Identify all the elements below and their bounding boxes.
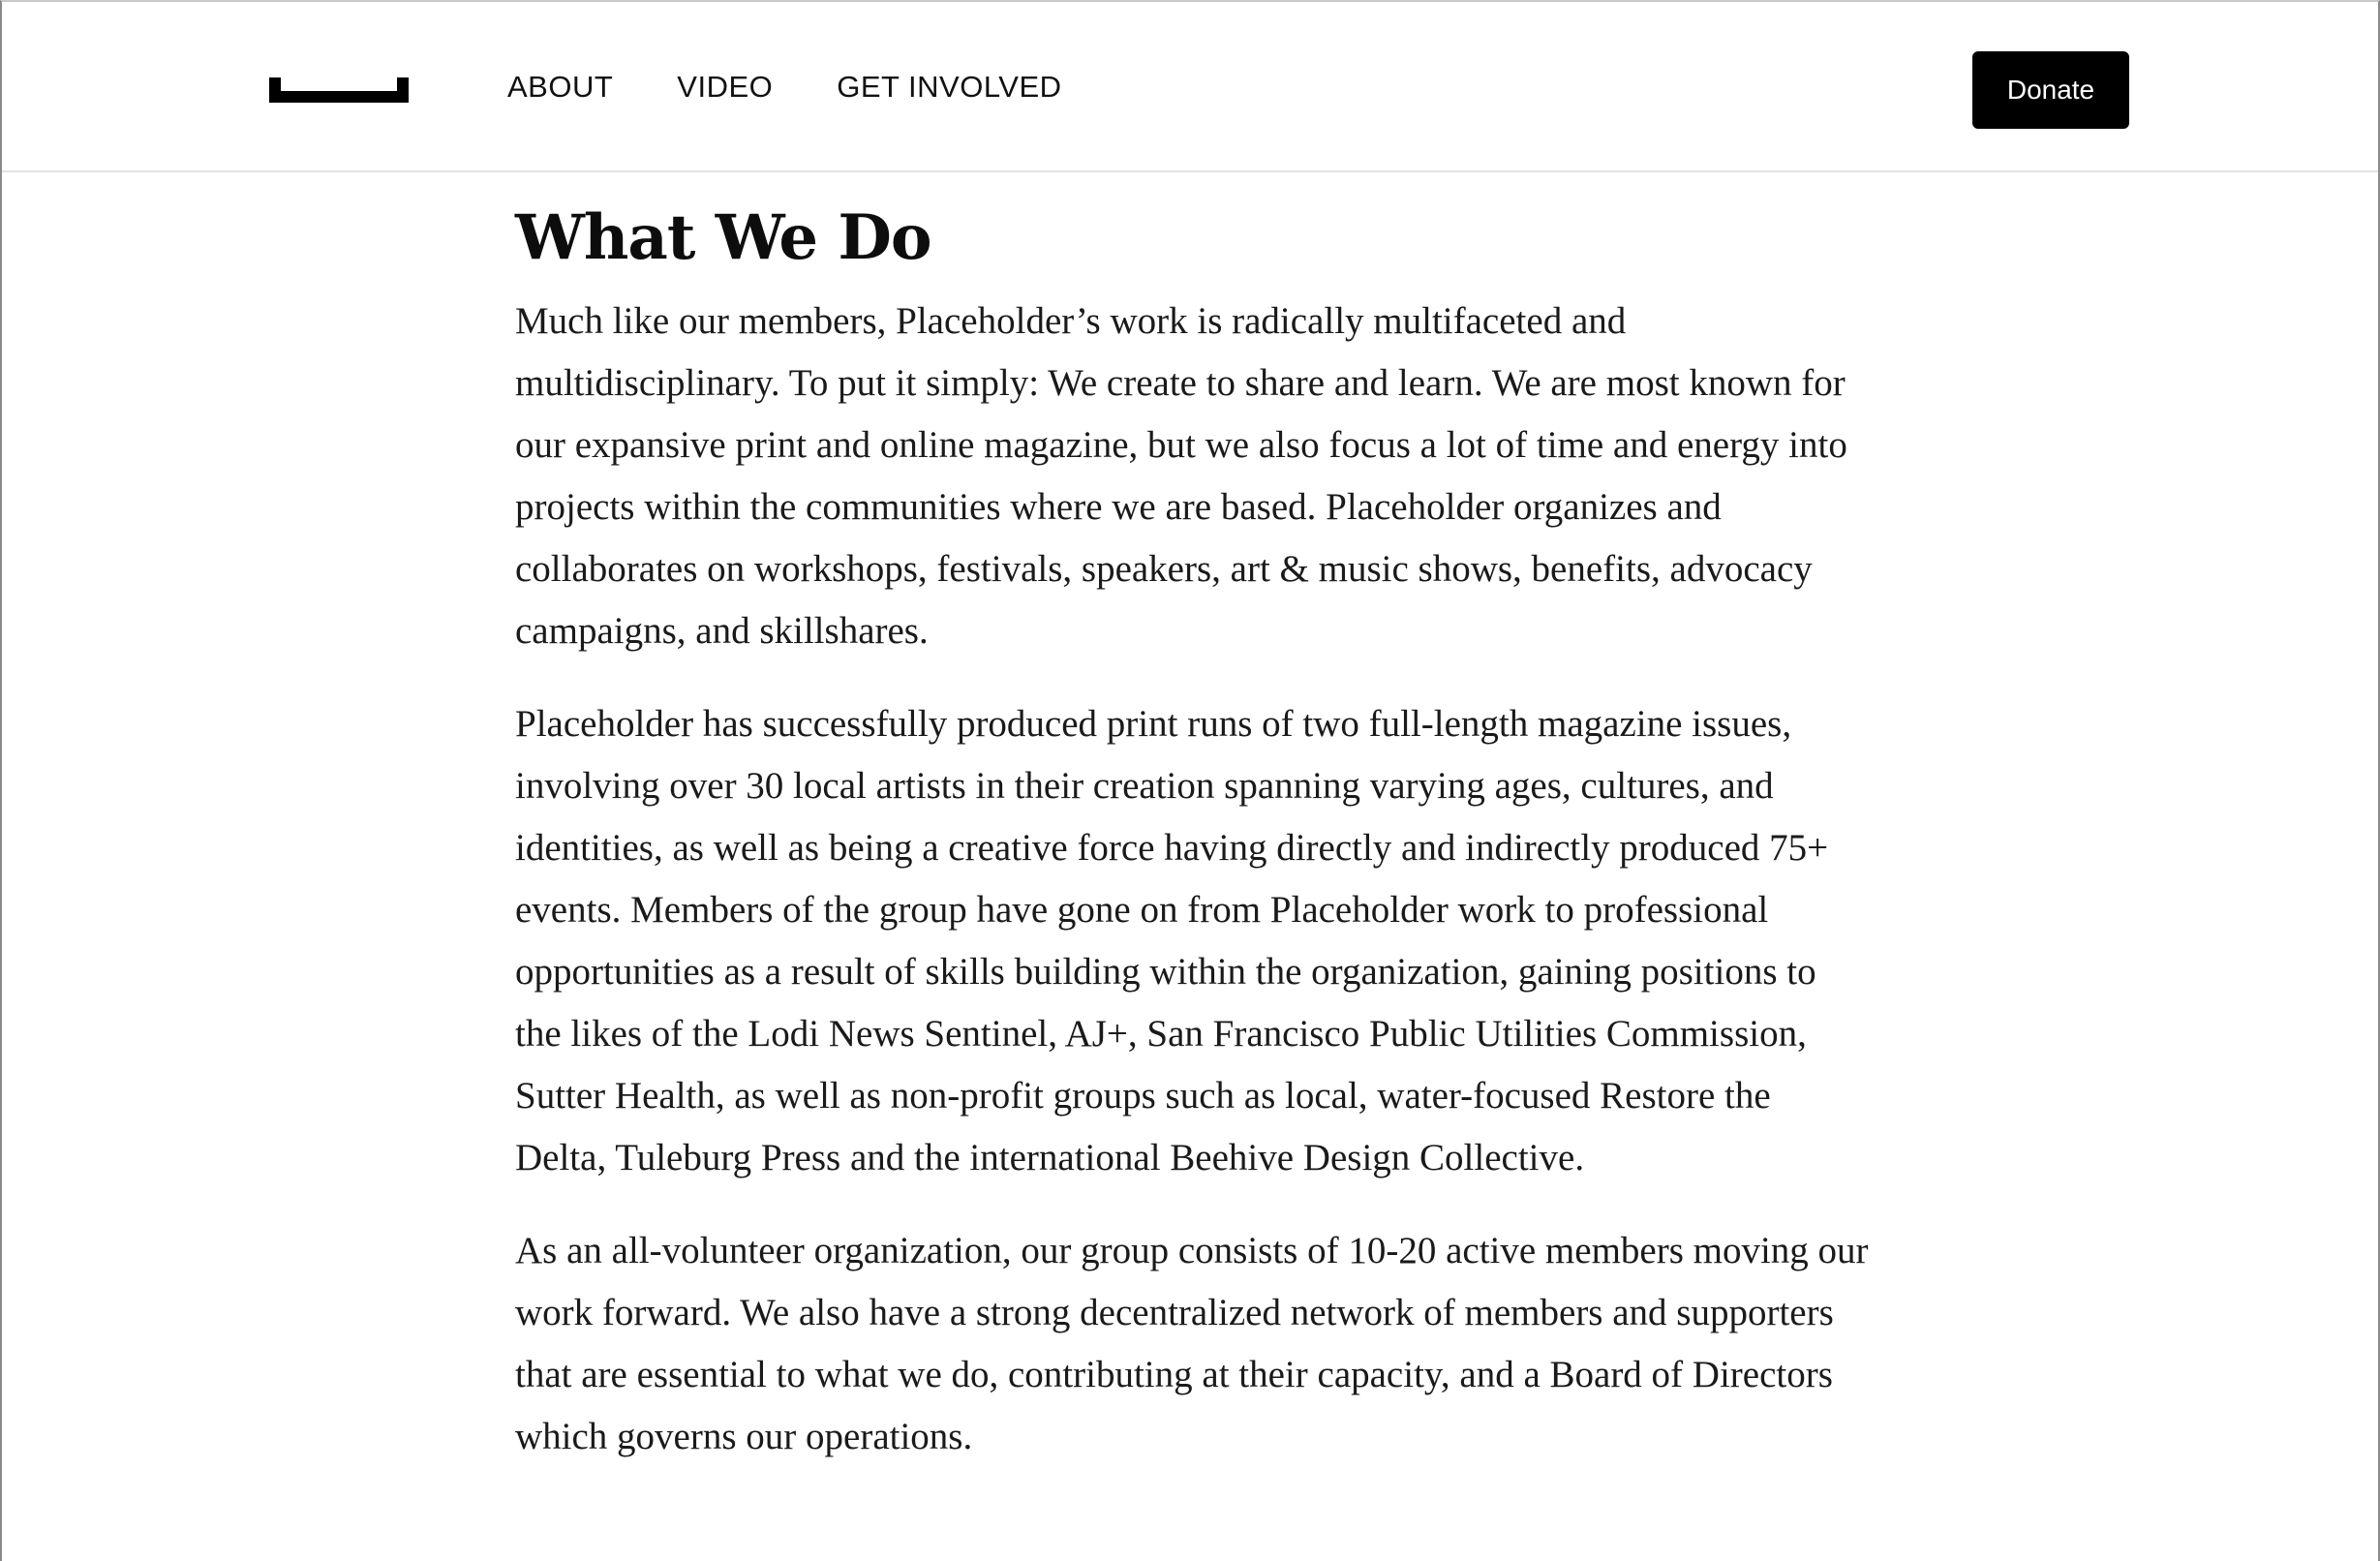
nav-video[interactable]: VIDEO xyxy=(677,70,773,105)
main-content: What We Do Much like our members, Placeh… xyxy=(515,192,1871,1468)
paragraph-achievements: Placeholder has successfully produced pr… xyxy=(515,703,1829,1178)
nav-about[interactable]: ABOUT xyxy=(507,70,613,105)
site-logo[interactable] xyxy=(269,77,409,103)
browser-page: ABOUT VIDEO GET INVOLVED Donate What We … xyxy=(0,0,2380,1561)
logo-mark-bottom xyxy=(269,91,409,103)
paragraph-organization: As an all-volunteer organization, our gr… xyxy=(515,1230,1869,1457)
site-header: ABOUT VIDEO GET INVOLVED Donate xyxy=(2,2,2378,172)
main-nav: ABOUT VIDEO GET INVOLVED xyxy=(507,62,1062,112)
paragraph-intro: Much like our members, Placeholder’s wor… xyxy=(515,300,1847,652)
page-title: What We Do xyxy=(515,201,932,274)
nav-get-involved[interactable]: GET INVOLVED xyxy=(837,70,1061,105)
donate-button[interactable]: Donate xyxy=(1972,51,2129,129)
